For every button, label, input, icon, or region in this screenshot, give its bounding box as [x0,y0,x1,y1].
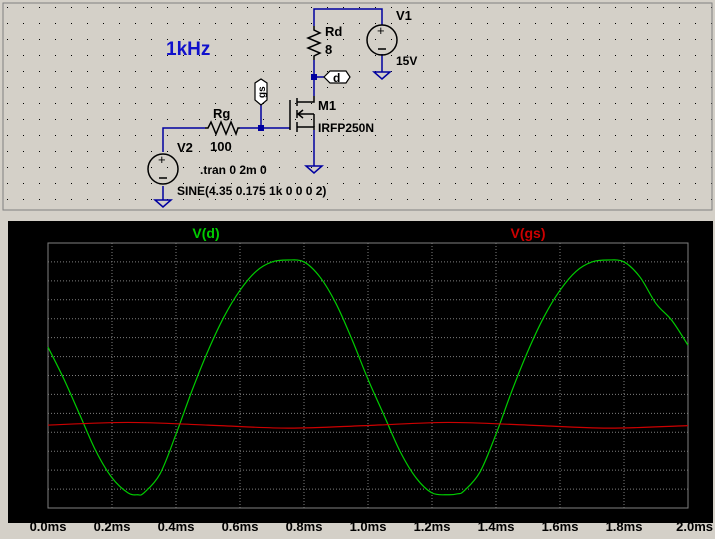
m1-name: M1 [318,98,336,113]
x-tick-label: 1.4ms [478,519,515,534]
rg-value: 100 [210,139,232,154]
y-tick-label: 2V [24,463,40,478]
schematic-editor[interactable]: Rd 8 Rg 100 + V1 15V + V2 SINE(4.35 0.17… [0,0,715,213]
y-tick-label: 0V [24,501,40,516]
plot-background [8,221,713,523]
frequency-comment: 1kHz [166,39,210,60]
legend-label-vd[interactable]: V(d) [192,225,219,241]
y-tick-label: 6V [24,387,40,402]
y-tick-label: 13V [17,255,40,270]
v2-value: SINE(4.35 0.175 1k 0 0 0 2) [177,184,326,198]
rd-value: 8 [325,42,332,57]
spice-directive[interactable]: .tran 0 2m 0 [200,163,267,177]
x-tick-label: 1.6ms [542,519,579,534]
y-tick-label: 5V [24,406,40,421]
m1-value: IRFP250N [318,121,374,135]
net-label-d-text: d [333,71,340,85]
legend-label-vgs[interactable]: V(gs) [511,225,546,241]
y-tick-label: 14V [17,236,40,251]
y-tick-label: 9V [24,331,40,346]
net-label-gs-text: gs [257,86,268,98]
y-tick-label: 1V [24,482,40,497]
rd-name: Rd [325,24,342,39]
y-tick-label: 12V [17,274,40,289]
rg-name: Rg [213,106,230,121]
v1-name: V1 [396,8,412,23]
x-tick-label: 0.0ms [30,519,67,534]
x-tick-label: 1.0ms [350,519,387,534]
x-tick-label: 1.8ms [606,519,643,534]
y-tick-label: 11V [18,293,41,308]
pane-divider[interactable] [0,213,715,221]
svg-text:+: + [377,23,385,38]
x-tick-label: 0.6ms [222,519,259,534]
svg-text:+: + [158,152,166,167]
waveform-viewer[interactable]: 0V 1V 2V 3V 4V 5V 6V 7V 8V 9V 10V 11V 12V 13V 14V 0.0m… [0,221,715,539]
x-tick-label: 0.2ms [94,519,131,534]
y-tick-label: 7V [24,369,40,384]
y-tick-label: 4V [24,425,40,440]
x-tick-label: 0.8ms [286,519,323,534]
y-tick-label: 3V [24,444,40,459]
net-label-gs[interactable]: gs [254,78,268,106]
v2-name: V2 [177,140,193,155]
x-tick-label: 0.4ms [158,519,195,534]
x-tick-label: 1.2ms [414,519,451,534]
y-tick-label: 10V [17,312,40,327]
y-tick-label: 8V [24,350,40,365]
v1-value: 15V [396,54,417,68]
x-tick-label: 2.0ms [676,519,713,534]
